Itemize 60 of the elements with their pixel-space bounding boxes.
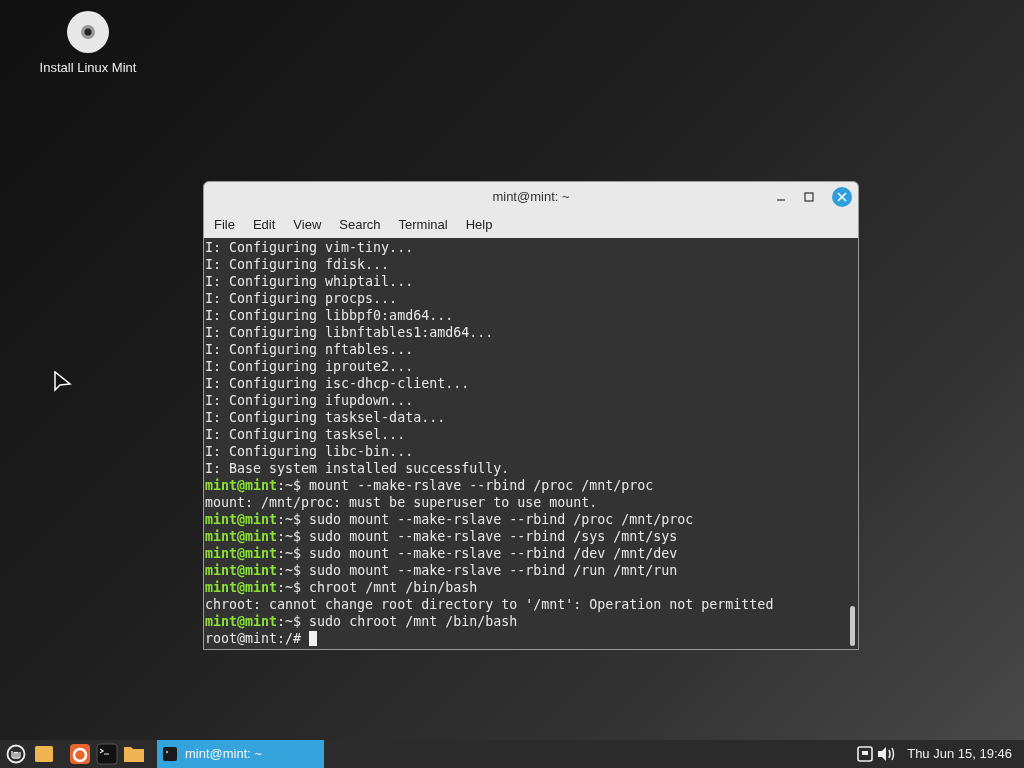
output-line: I: Configuring libbpf0:amd64... [205,307,454,324]
root-prompt: root@mint:/# [205,630,303,647]
output-line: mount: /mnt/proc: must be superuser to use mount. [205,494,598,511]
prompt-user: mint@mint [205,545,278,562]
output-line: I: Configuring libnftables1:amd64... [205,324,494,341]
prompt-path: :~$ [277,528,302,545]
command-text: sudo chroot /mnt /bin/bash [308,613,518,630]
output-line: I: Base system installed successfully. [205,460,510,477]
folder-icon[interactable] [123,744,145,764]
output-line: I: Configuring tasksel... [205,426,406,443]
menu-item[interactable]: Help [457,215,501,235]
menu-item[interactable]: File [206,215,243,235]
menu-item[interactable]: Terminal [390,215,456,235]
output-line: I: Configuring vim-tiny... [205,239,414,256]
prompt-path: :~$ [277,477,302,494]
folder-icon[interactable] [34,744,54,764]
command-text: chroot /mnt /bin/bash [308,579,478,596]
prompt-user: mint@mint [205,477,278,494]
mouse-pointer-icon [54,371,72,393]
prompt-path: :~$ [277,579,302,596]
menu-item[interactable]: Edit [244,215,284,235]
scrollbar-thumb[interactable] [850,606,855,646]
output-line: I: Configuring libc-bin... [205,443,414,460]
close-icon[interactable] [832,187,852,207]
menu-icon[interactable] [6,744,26,764]
terminal-icon [163,747,177,761]
prompt-path: :~$ [277,562,302,579]
prompt-user: mint@mint [205,579,278,596]
menu-item[interactable]: View [285,215,330,235]
command-text: mount --make-rslave --rbind /proc /mnt/proc [308,477,654,494]
output-line: I: Configuring ifupdown... [205,392,414,409]
terminal-icon[interactable] [96,743,118,765]
command-text: sudo mount --make-rslave --rbind /dev /mnt/dev [308,545,678,562]
command-text: sudo mount --make-rslave --rbind /sys /mnt/sys [308,528,678,545]
prompt-path: :~$ [277,613,302,630]
icon-label[interactable]: Install Linux Mint [39,58,137,78]
output-line: I: Configuring nftables... [205,341,414,358]
disc-icon[interactable] [66,10,110,54]
clock[interactable]: Thu Jun 15, 19:46 [907,744,1012,764]
output-line: I: Configuring tasksel-data... [205,409,446,426]
maximize-icon[interactable] [804,192,814,202]
network-icon[interactable] [857,746,874,762]
output-line: I: Configuring procps... [205,290,398,307]
output-line: I: Configuring whiptail... [205,273,414,290]
output-line: I: Configuring fdisk... [205,256,390,273]
command-text: sudo mount --make-rslave --rbind /proc /mnt/proc [308,511,694,528]
prompt-user: mint@mint [205,528,278,545]
output-line: I: Configuring iproute2... [205,358,414,375]
text-cursor [309,631,318,646]
prompt-path: :~$ [277,511,302,528]
prompt-user: mint@mint [205,562,278,579]
menu-item[interactable]: Search [331,215,389,235]
prompt-user: mint@mint [205,613,278,630]
command-text: sudo mount --make-rslave --rbind /run /mnt/run [308,562,678,579]
prompt-path: :~$ [277,545,302,562]
window-title: mint@mint: ~ [491,188,571,207]
output-line: I: Configuring isc-dhcp-client... [205,375,470,392]
output-line: chroot: cannot change root directory to '/mnt': Operation not permitted [205,596,774,613]
prompt-user: mint@mint [205,511,278,528]
browser-icon[interactable] [69,743,91,765]
